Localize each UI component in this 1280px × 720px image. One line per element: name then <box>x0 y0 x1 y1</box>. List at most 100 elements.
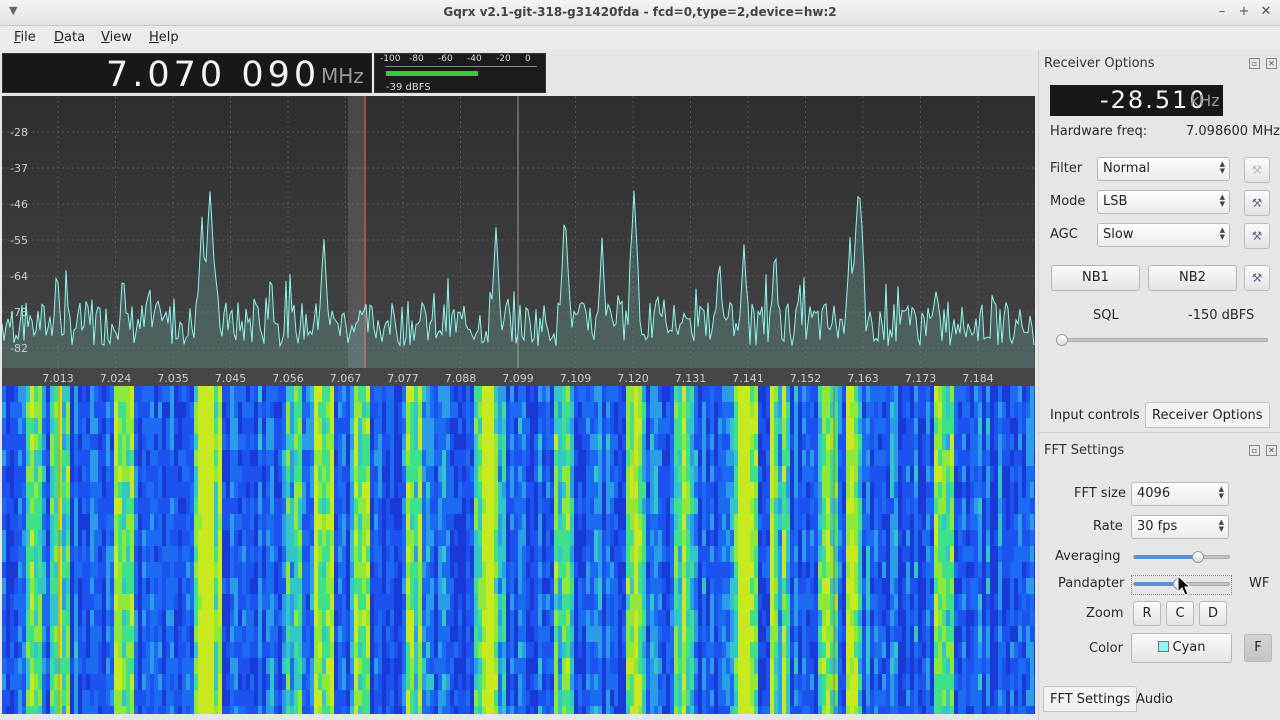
zoom-demod-button[interactable]: D <box>1199 601 1227 626</box>
mode-select[interactable]: LSB ▲ ▼ <box>1097 190 1230 214</box>
close-dock-icon[interactable]: ✕ <box>1266 445 1277 456</box>
waterfall-cell <box>602 546 606 562</box>
tab-receiver-options[interactable]: Receiver Options <box>1145 402 1270 428</box>
waterfall-cell <box>298 706 302 714</box>
waterfall-cell <box>1026 498 1030 514</box>
maximize-icon[interactable]: + <box>1235 3 1253 21</box>
waterfall-cell <box>962 530 966 546</box>
waterfall-cell <box>518 690 522 706</box>
minimize-icon[interactable]: – <box>1213 3 1231 21</box>
float-icon[interactable]: ▫ <box>1249 58 1260 69</box>
waterfall-cell <box>766 466 770 482</box>
waterfall-cell <box>294 530 298 546</box>
agc-options-button[interactable]: ⚒ <box>1244 223 1270 249</box>
waterfall-cell <box>714 546 718 562</box>
waterfall-cell <box>522 402 526 418</box>
waterfall-cell <box>986 466 990 482</box>
waterfall-cell <box>362 514 366 530</box>
waterfall-cell <box>366 610 370 626</box>
waterfall-cell <box>290 578 294 594</box>
waterfall-cell <box>162 578 166 594</box>
frequency-value[interactable]: 7.070 090 <box>106 55 320 95</box>
tab-input-controls[interactable]: Input controls <box>1043 402 1147 428</box>
nb1-button[interactable]: NB1 <box>1051 265 1140 291</box>
waterfall-cell <box>386 386 390 402</box>
zoom-reset-button[interactable]: R <box>1133 601 1161 626</box>
waterfall-cell <box>758 642 762 658</box>
fill-toggle-button[interactable]: F <box>1244 634 1272 662</box>
zoom-center-button[interactable]: C <box>1166 601 1194 626</box>
waterfall-cell <box>98 594 102 610</box>
tab-fft-settings[interactable]: FFT Settings <box>1043 686 1138 712</box>
menu-data[interactable]: Data <box>54 30 85 45</box>
mode-options-button[interactable]: ⚒ <box>1244 190 1270 216</box>
waterfall-cell <box>206 514 210 530</box>
waterfall-cell <box>710 610 714 626</box>
spectrum-plot[interactable]: -28 -37 -46 -55 -64 -73 -82 7.013 7.024 7.035 7.04… <box>2 96 1035 386</box>
float-icon[interactable]: ▫ <box>1249 445 1260 456</box>
waterfall-cell <box>170 450 174 466</box>
nb-options-button[interactable]: ⚒ <box>1244 265 1270 291</box>
frequency-display[interactable]: 7.070 090 MHz <box>2 53 372 95</box>
waterfall-cell <box>790 594 794 610</box>
waterfall-cell <box>734 578 738 594</box>
waterfall-cell <box>74 658 78 674</box>
fft-size-select[interactable]: 4096 ▲ ▼ <box>1131 482 1229 506</box>
waterfall-cell <box>410 498 414 514</box>
waterfall-cell <box>410 610 414 626</box>
waterfall-cell <box>674 386 678 402</box>
menu-help[interactable]: Help <box>149 30 179 45</box>
averaging-slider[interactable] <box>1133 551 1230 563</box>
waterfall-cell <box>278 498 282 514</box>
waterfall-cell <box>402 690 406 706</box>
waterfall-cell <box>642 482 646 498</box>
waterfall-cell <box>734 626 738 642</box>
nb2-button[interactable]: NB2 <box>1148 265 1237 291</box>
waterfall-cell <box>482 610 486 626</box>
waterfall-cell <box>802 562 806 578</box>
waterfall-cell <box>310 546 314 562</box>
waterfall-cell <box>1010 562 1014 578</box>
filter-options-button[interactable]: ⚒ <box>1244 157 1270 183</box>
waterfall-cell <box>50 706 54 714</box>
waterfall-cell <box>586 626 590 642</box>
waterfall-cell <box>978 674 982 690</box>
tab-audio[interactable]: Audio <box>1129 686 1180 712</box>
waterfall-cell <box>214 482 218 498</box>
waterfall-cell <box>502 690 506 706</box>
rate-select[interactable]: 30 fps ▲ ▼ <box>1131 515 1229 539</box>
close-dock-icon[interactable]: ✕ <box>1266 58 1277 69</box>
averaging-slider-handle[interactable] <box>1192 551 1204 563</box>
waterfall-cell <box>94 642 98 658</box>
waterfall-cell <box>178 562 182 578</box>
waterfall-cell <box>310 418 314 434</box>
menu-view[interactable]: View <box>101 30 132 45</box>
sql-slider-handle[interactable] <box>1056 334 1068 346</box>
waterfall-cell <box>554 450 558 466</box>
waterfall-cell <box>950 498 954 514</box>
sql-slider[interactable] <box>1056 334 1268 346</box>
waterfall-cell <box>982 450 986 466</box>
waterfall-cell <box>946 562 950 578</box>
waterfall-cell <box>186 530 190 546</box>
waterfall-cell <box>846 482 850 498</box>
waterfall-cell <box>906 386 910 402</box>
waterfall-cell <box>962 690 966 706</box>
color-button[interactable]: Cyan <box>1131 633 1232 663</box>
waterfall-cell <box>2 434 6 450</box>
waterfall-cell <box>1002 706 1006 714</box>
waterfall-cell <box>602 386 606 402</box>
waterfall-cell <box>354 546 358 562</box>
offset-display[interactable]: -28.510 kHz <box>1050 85 1223 116</box>
waterfall-display[interactable] <box>2 386 1035 714</box>
menu-file[interactable]: File <box>14 30 36 45</box>
waterfall-cell <box>490 642 494 658</box>
waterfall-cell <box>358 450 362 466</box>
waterfall-cell <box>146 562 150 578</box>
agc-select[interactable]: Slow ▲ ▼ <box>1097 223 1230 247</box>
waterfall-cell <box>66 626 70 642</box>
filter-select[interactable]: Normal ▲ ▼ <box>1097 157 1230 181</box>
waterfall-cell <box>762 530 766 546</box>
waterfall-cell <box>134 658 138 674</box>
close-icon[interactable]: ✕ <box>1257 3 1275 21</box>
